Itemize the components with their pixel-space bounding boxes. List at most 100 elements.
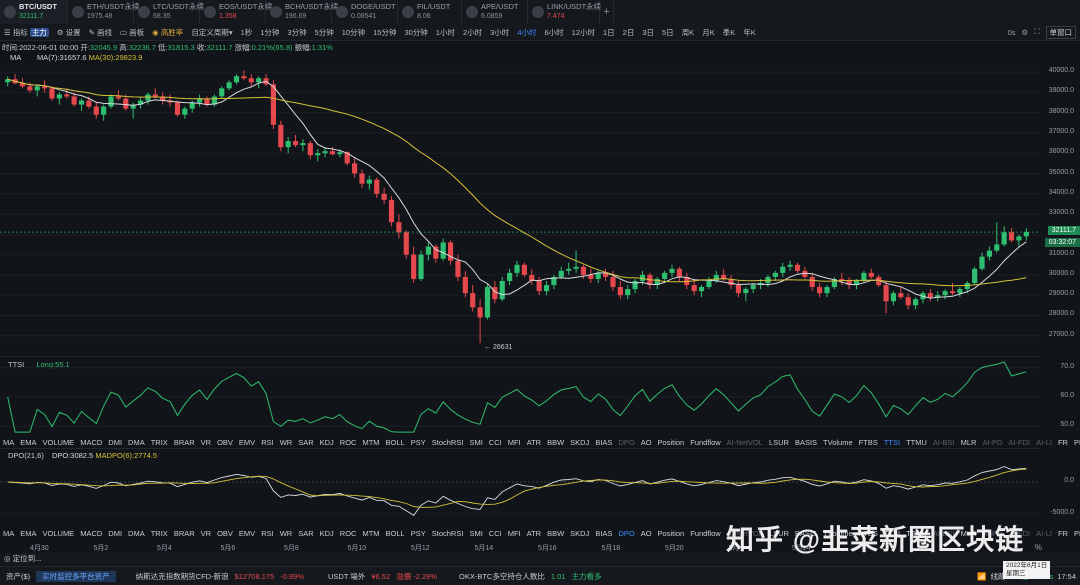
indicator-tab[interactable]: SAR [295, 529, 316, 539]
indicator-tab[interactable]: PSY [408, 438, 429, 448]
window-mode-select[interactable]: 单窗口 [1045, 25, 1076, 39]
indicator-tab[interactable]: AO [638, 438, 655, 448]
indicator-tab[interactable]: Position [655, 529, 688, 539]
toolbar-item[interactable]: 12小时 [568, 27, 599, 38]
usdt-otc-label[interactable]: USDT 場外 [322, 571, 371, 582]
toolbar-item[interactable]: 周K [678, 27, 699, 38]
indicator-tab[interactable]: EMV [236, 438, 258, 448]
indicator-tab[interactable]: MA [0, 529, 17, 539]
symbol-tab[interactable]: DOGE/USDT 0.08541 [332, 0, 398, 24]
indicator-tab[interactable]: MA [0, 438, 17, 448]
indicator-tab[interactable]: OBV [214, 529, 236, 539]
indicator-tab[interactable]: OBV [214, 438, 236, 448]
indicator-tab[interactable]: KDJ [317, 438, 337, 448]
indicator-tab[interactable]: DPO [615, 529, 637, 539]
indicator-tab[interactable]: DMA [125, 529, 148, 539]
symbol-tab[interactable]: ETH/USDT永续 1975.48 [68, 0, 140, 24]
toolbar-item[interactable]: 6小时 [540, 27, 567, 38]
indicator-tab[interactable]: AI-LI [1033, 438, 1055, 448]
indicator-tab[interactable]: AI-PD [979, 438, 1005, 448]
indicator-tab[interactable]: EMV [236, 529, 258, 539]
indicator-tab[interactable]: AI-LI [1033, 529, 1055, 539]
indicator-tab[interactable]: DPO [615, 438, 637, 448]
indicator-tab[interactable]: FR [1055, 529, 1071, 539]
indicator-tab[interactable]: PFR [1071, 438, 1080, 448]
indicator-tab[interactable]: DMI [105, 529, 125, 539]
indicator-tab[interactable]: TTMU [903, 438, 930, 448]
indicator-tab[interactable]: ATR [524, 438, 544, 448]
toolbar-item[interactable]: 15分钟 [369, 27, 400, 38]
symbol-tab[interactable]: FIL/USDT 8.06 [398, 0, 462, 24]
nasdaq-label[interactable]: 纳斯达克指数期货CFD-新浪 [130, 571, 235, 582]
indicator-tab[interactable]: FTBS [856, 438, 881, 448]
indicator-tab[interactable]: SMI [466, 438, 485, 448]
indicator-tab[interactable]: CCI [486, 438, 505, 448]
indicator-tab[interactable]: SAR [295, 438, 316, 448]
indicator-tab[interactable]: ROC [337, 529, 360, 539]
indicator-tab[interactable]: MLR [958, 438, 980, 448]
indicator-tab[interactable]: ROC [337, 438, 360, 448]
toolbar-item[interactable]: 5分钟 [311, 27, 338, 38]
indicator-tab[interactable]: PSY [408, 529, 429, 539]
symbol-tab[interactable]: EOS/USDT永续 1.358 [200, 0, 272, 24]
indicator-tab[interactable]: LSUR [766, 438, 792, 448]
dpo-chart[interactable] [0, 448, 1040, 528]
indicator-tab[interactable]: SKDJ [567, 438, 592, 448]
ttsi-chart[interactable] [0, 356, 1040, 438]
indicator-tab[interactable]: MFI [505, 438, 524, 448]
indicator-tab[interactable]: MFI [505, 529, 524, 539]
toolbar-item[interactable]: 2小时 [459, 27, 486, 38]
indicator-tab[interactable]: MACD [77, 438, 105, 448]
toolbar-item[interactable]: 年K [739, 27, 760, 38]
toolbar-item[interactable]: 3分钟 [283, 27, 310, 38]
indicator-tab[interactable]: VR [198, 529, 214, 539]
indicator-tab[interactable]: EMA [17, 438, 39, 448]
indicator-tab[interactable]: KDJ [317, 529, 337, 539]
okx-ratio-label[interactable]: OKX-BTC多空持仓人数比 [453, 571, 551, 582]
indicator-tab[interactable]: StochRSI [429, 529, 467, 539]
toolbar-item[interactable]: ☰ 指标 主力 [0, 27, 53, 38]
indicator-tab[interactable]: FR [1055, 438, 1071, 448]
indicator-tab[interactable]: AO [638, 529, 655, 539]
indicator-tab[interactable]: Fundflow [687, 438, 723, 448]
toolbar-item[interactable]: 2日 [619, 27, 639, 38]
toolbar-item[interactable]: 1秒 [237, 27, 257, 38]
indicator-tab[interactable]: BBW [544, 438, 567, 448]
toolbar-item[interactable]: ✎ 画线 [85, 27, 116, 38]
indicator-tab[interactable]: BIAS [592, 438, 615, 448]
indicator-tab[interactable]: VOLUME [40, 438, 78, 448]
symbol-tab[interactable]: APE/USDT 6.0859 [462, 0, 528, 24]
indicator-tab[interactable]: VR [198, 438, 214, 448]
toolbar-item[interactable]: ◉ 高胜率 [148, 27, 187, 38]
indicator-tab[interactable]: StochRSI [429, 438, 467, 448]
indicator-tab[interactable]: WR [277, 529, 296, 539]
indicator-tab[interactable]: TVolume [820, 438, 856, 448]
symbol-tab[interactable]: LTC/USDT永续 68.35 [134, 0, 204, 24]
toolbar-item[interactable]: 4小时 [513, 27, 540, 38]
indicator-tab[interactable]: VOLUME [40, 529, 78, 539]
indicator-tab[interactable]: RSI [258, 438, 277, 448]
indicator-tab[interactable]: EMA [17, 529, 39, 539]
symbol-tab[interactable]: BTC/USDT 32111.7 [0, 0, 68, 24]
indicator-tab[interactable]: BRAR [171, 529, 198, 539]
indicator-tab[interactable]: ATR [524, 529, 544, 539]
indicator-tab[interactable]: BBW [544, 529, 567, 539]
toolbar-item[interactable]: 3日 [638, 27, 658, 38]
indicator-tab[interactable]: MTM [359, 438, 382, 448]
toolbar-item[interactable]: 季K [719, 27, 740, 38]
indicator-tab[interactable]: BRAR [171, 438, 198, 448]
indicator-tab[interactable]: AI-BSI [930, 438, 958, 448]
toolbar-item[interactable]: 3小时 [486, 27, 513, 38]
toolbar-item[interactable]: 10分钟 [338, 27, 369, 38]
toolbar-item[interactable]: ⚙ 设置 [53, 27, 85, 38]
indicator-tab[interactable]: SKDJ [567, 529, 592, 539]
indicator-tab[interactable]: MTM [359, 529, 382, 539]
indicator-tab[interactable]: RSI [258, 529, 277, 539]
indicator-tab[interactable]: PFR [1071, 529, 1080, 539]
indicator-tab[interactable]: BOLL [383, 529, 408, 539]
indicator-tab[interactable]: Position [655, 438, 688, 448]
indicator-tab[interactable]: DMA [125, 438, 148, 448]
toolbar-item[interactable]: 自定义周期▾ [187, 27, 236, 38]
toolbar-item[interactable]: 30分钟 [400, 27, 431, 38]
toolbar-item[interactable]: ▭ 画板 [116, 27, 148, 38]
